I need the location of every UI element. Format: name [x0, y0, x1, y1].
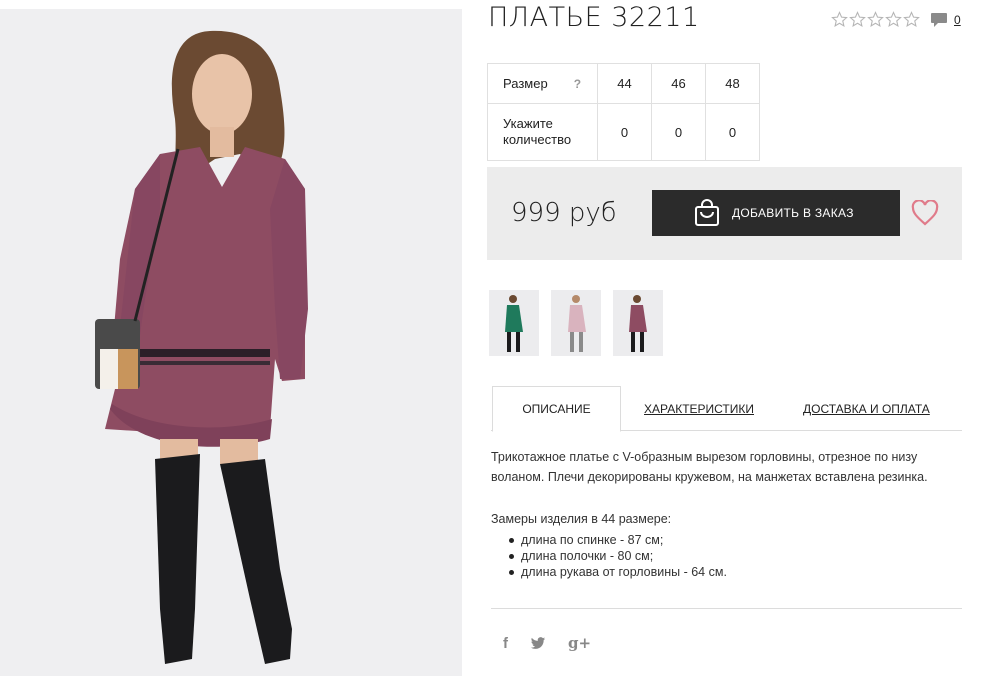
price: 999 руб [511, 198, 617, 228]
thumbnail-green[interactable] [489, 290, 539, 356]
star-icon[interactable] [849, 11, 866, 28]
rating-stars[interactable] [831, 11, 920, 28]
tab-delivery-payment[interactable]: ДОСТАВКА И ОПЛАТА [803, 386, 930, 431]
facebook-icon[interactable]: f [503, 635, 508, 652]
shopping-bag-icon [695, 199, 719, 226]
thumbnail-purple[interactable] [613, 290, 663, 356]
measurements-title: Замеры изделия в 44 размере: [491, 512, 672, 526]
product-title: ПЛАТЬЕ 32211 [488, 2, 700, 33]
quantity-input-46[interactable]: 0 [651, 103, 706, 161]
buy-box: 999 руб ДОБАВИТЬ В ЗАКАЗ [487, 167, 962, 260]
size-48[interactable]: 48 [705, 63, 760, 104]
star-icon[interactable] [885, 11, 902, 28]
size-table: Размер? 44 46 48 Укажите количество 0 0 … [487, 63, 760, 161]
add-to-order-button[interactable]: ДОБАВИТЬ В ЗАКАЗ [652, 190, 900, 236]
list-item: длина полочки - 80 см; [509, 548, 961, 564]
product-description: Трикотажное платье с V-образным вырезом … [491, 450, 928, 484]
star-icon[interactable] [903, 11, 920, 28]
heart-icon[interactable] [911, 200, 939, 226]
comments-link[interactable]: 0 [930, 12, 961, 28]
social-share: f g+ [503, 634, 591, 652]
list-item: длина рукава от горловины - 64 см. [509, 564, 961, 580]
quantity-input-48[interactable]: 0 [705, 103, 760, 161]
size-46[interactable]: 46 [651, 63, 706, 104]
quantity-input-44[interactable]: 0 [597, 103, 652, 161]
measurements-list: длина по спинке - 87 см; длина полочки -… [491, 532, 961, 580]
measurements: Замеры изделия в 44 размере: длина по сп… [491, 512, 961, 580]
comments-count[interactable]: 0 [954, 13, 961, 27]
tab-characteristics[interactable]: ХАРАКТЕРИСТИКИ [644, 386, 754, 431]
star-icon[interactable] [867, 11, 884, 28]
product-tabs: ОПИСАНИЕ ХАРАКТЕРИСТИКИ ДОСТАВКА И ОПЛАТ… [491, 386, 962, 432]
add-to-order-label[interactable]: ДОБАВИТЬ В ЗАКАЗ [732, 206, 854, 220]
tab-description[interactable]: ОПИСАНИЕ [492, 386, 621, 432]
color-thumbnails [489, 290, 663, 356]
quantity-label-text: Укажите количество [503, 116, 572, 147]
size-44[interactable]: 44 [597, 63, 652, 104]
size-label-cell: Размер? [487, 63, 598, 104]
comment-icon [931, 13, 947, 27]
googleplus-icon[interactable]: g+ [568, 634, 591, 652]
twitter-icon[interactable] [530, 636, 546, 650]
size-help-icon[interactable]: ? [574, 77, 581, 91]
size-label: Размер [503, 76, 548, 91]
divider [491, 608, 962, 609]
quantity-label: Укажите количество [487, 103, 598, 161]
thumbnail-pink[interactable] [551, 290, 601, 356]
list-item: длина по спинке - 87 см; [509, 532, 961, 548]
product-photo [0, 9, 462, 676]
star-icon[interactable] [831, 11, 848, 28]
